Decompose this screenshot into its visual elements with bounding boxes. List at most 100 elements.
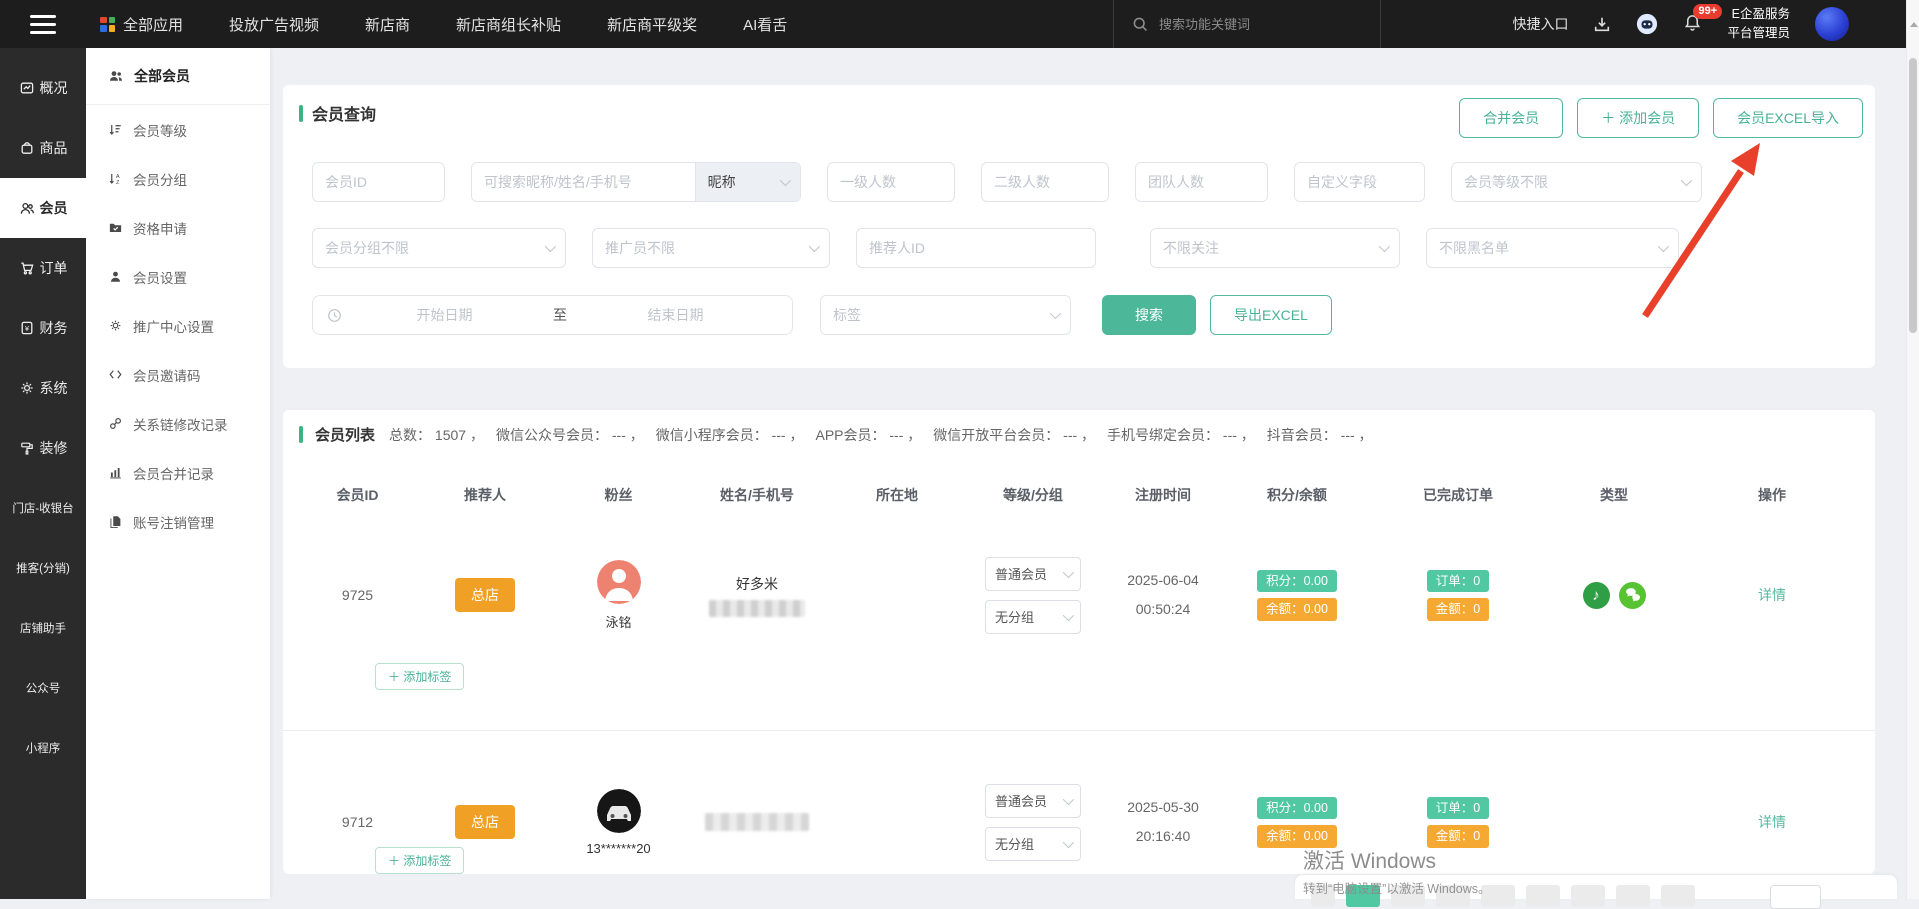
- custom-field-input[interactable]: [1295, 174, 1424, 190]
- people-icon: [108, 68, 124, 84]
- assistant-icon[interactable]: [1636, 13, 1658, 35]
- referrer-id-input[interactable]: [857, 240, 1095, 256]
- search-button[interactable]: 搜索: [1102, 295, 1196, 335]
- keyword-filter: 昵称: [471, 162, 801, 202]
- nav-all-apps[interactable]: 全部应用: [100, 14, 183, 35]
- submenu-item-invite-code[interactable]: 会员邀请码: [86, 350, 270, 399]
- pagination-page[interactable]: [1571, 885, 1605, 907]
- pagination-page[interactable]: [1481, 885, 1515, 907]
- search-input[interactable]: [1157, 16, 1351, 33]
- blacklist-select[interactable]: 不限黑名单: [1426, 228, 1679, 268]
- team-count-input[interactable]: [1136, 174, 1267, 190]
- submenu-item-promotion-settings[interactable]: 推广中心设置: [86, 301, 270, 350]
- promoter-select[interactable]: 推广员不限: [592, 228, 830, 268]
- merge-members-button[interactable]: 合并会员: [1459, 98, 1563, 138]
- sidebar-item-store-cashier[interactable]: 门店-收银台: [0, 478, 86, 538]
- submenu-item-account-cancellation[interactable]: 账号注销管理: [86, 497, 270, 546]
- pagination-page[interactable]: [1436, 885, 1470, 907]
- level-select[interactable]: 普通会员: [985, 557, 1081, 591]
- submenu-item-all-members[interactable]: 全部会员: [86, 48, 270, 105]
- amount-badge: 金额：0: [1427, 825, 1489, 848]
- sidebar-item-mini-program[interactable]: 小程序: [0, 718, 86, 778]
- sidebar-item-system[interactable]: 系统: [0, 358, 86, 418]
- sidebar-item-members[interactable]: 会员: [0, 178, 86, 238]
- follow-select[interactable]: 不限关注: [1150, 228, 1400, 268]
- level2-count-input[interactable]: [982, 174, 1108, 190]
- referrer-tag[interactable]: 总店: [455, 578, 515, 612]
- nav-item-new-shop[interactable]: 新店商: [365, 14, 410, 35]
- sidebar-item-goods[interactable]: 商品: [0, 118, 86, 178]
- keyword-type-select[interactable]: 昵称: [695, 163, 800, 201]
- orders-badge: 订单：0: [1427, 570, 1489, 593]
- add-tag-button[interactable]: ＋ 添加标签: [375, 847, 464, 874]
- referrer-tag[interactable]: 总店: [455, 805, 515, 839]
- group-select[interactable]: 无分组: [985, 827, 1081, 861]
- group-select[interactable]: 无分组: [985, 600, 1081, 634]
- dashboard-icon: [19, 80, 35, 96]
- chevron-down-icon: [1050, 308, 1061, 319]
- sidebar-item-finance[interactable]: ¥ 财务: [0, 298, 86, 358]
- list-title: 会员列表: [315, 424, 375, 445]
- pagination-page[interactable]: [1526, 885, 1560, 907]
- sidebar-item-distribution[interactable]: 推客(分销): [0, 538, 86, 598]
- svg-text:¥: ¥: [25, 324, 30, 333]
- balance-badge: 余额：0.00: [1257, 598, 1337, 621]
- detail-link[interactable]: 详情: [1758, 585, 1786, 605]
- member-group-select[interactable]: 会员分组不限: [312, 228, 566, 268]
- level1-count-input[interactable]: [828, 174, 954, 190]
- nav-item-leader-subsidy[interactable]: 新店商组长补贴: [456, 14, 561, 35]
- nav-item-peer-award[interactable]: 新店商平级奖: [607, 14, 697, 35]
- user-info[interactable]: E企盈服务 平台管理员: [1727, 5, 1790, 44]
- stat-phone-bound: 手机号绑定会员： --- ，: [1107, 425, 1255, 445]
- chevron-down-icon: [780, 175, 791, 186]
- pagination-prev-button[interactable]: [1311, 885, 1335, 907]
- notifications-button[interactable]: 99+: [1683, 13, 1702, 35]
- download-icon[interactable]: [1593, 15, 1611, 33]
- pagination-page-active[interactable]: [1346, 885, 1380, 907]
- add-tag-button[interactable]: ＋ 添加标签: [375, 663, 464, 690]
- submenu-item-merge-log[interactable]: 会员合并记录: [86, 448, 270, 497]
- pagination-page[interactable]: [1391, 885, 1425, 907]
- quick-entry-link[interactable]: 快捷入口: [1512, 14, 1568, 34]
- submenu-item-qualification[interactable]: 资格申请: [86, 203, 270, 252]
- page-size-select[interactable]: [1770, 885, 1821, 909]
- export-excel-button[interactable]: 导出EXCEL: [1210, 295, 1332, 335]
- douyin-icon: ♪: [1583, 582, 1610, 609]
- sidebar-item-overview[interactable]: 概况: [0, 58, 86, 118]
- sidebar-item-shop-assistant[interactable]: 店铺助手: [0, 598, 86, 658]
- folder-check-icon: [108, 220, 123, 235]
- link-icon: [108, 416, 123, 431]
- member-id-input[interactable]: [313, 174, 444, 190]
- chevron-down-icon: [1681, 175, 1692, 186]
- keyword-input[interactable]: [472, 174, 695, 190]
- excel-import-button[interactable]: 会员EXCEL导入: [1713, 98, 1863, 138]
- scrollbar-track[interactable]: [1906, 0, 1919, 899]
- date-range-picker[interactable]: 开始日期 至 结束日期: [312, 295, 793, 335]
- pagination-page[interactable]: [1661, 885, 1695, 907]
- nav-item-ai[interactable]: AI看舌: [743, 14, 787, 35]
- tag-select[interactable]: 标签: [820, 295, 1071, 335]
- person-icon: [108, 269, 123, 284]
- redacted-phone: [709, 600, 805, 617]
- sidebar-item-official-account[interactable]: 公众号: [0, 658, 86, 718]
- submenu-item-relation-log[interactable]: 关系链修改记录: [86, 399, 270, 448]
- member-level-select[interactable]: 会员等级不限: [1451, 162, 1702, 202]
- submenu-item-member-settings[interactable]: 会员设置: [86, 252, 270, 301]
- chevron-down-icon: [1379, 241, 1390, 252]
- level-select[interactable]: 普通会员: [985, 784, 1081, 818]
- chevron-down-icon: [1063, 793, 1074, 804]
- pagination-page[interactable]: [1616, 885, 1650, 907]
- cell-completed-orders: 订单：0 金额：0: [1372, 742, 1544, 874]
- nav-item-ad-video[interactable]: 投放广告视频: [229, 14, 319, 35]
- submenu-item-member-levels[interactable]: 会员等级: [86, 105, 270, 154]
- sidebar-item-orders[interactable]: 订单: [0, 238, 86, 298]
- stat-total: 总数： 1507 ，: [389, 425, 484, 445]
- add-member-button[interactable]: ＋ 添加会员: [1577, 98, 1699, 138]
- sidebar-item-decorate[interactable]: 装修: [0, 418, 86, 478]
- fan-name: 泳铭: [605, 612, 631, 631]
- scrollbar-thumb[interactable]: [1909, 58, 1917, 333]
- menu-toggle-button[interactable]: [0, 0, 86, 48]
- detail-link[interactable]: 详情: [1758, 812, 1786, 832]
- submenu-item-member-groups[interactable]: AZ 会员分组: [86, 154, 270, 203]
- avatar[interactable]: [1815, 7, 1849, 41]
